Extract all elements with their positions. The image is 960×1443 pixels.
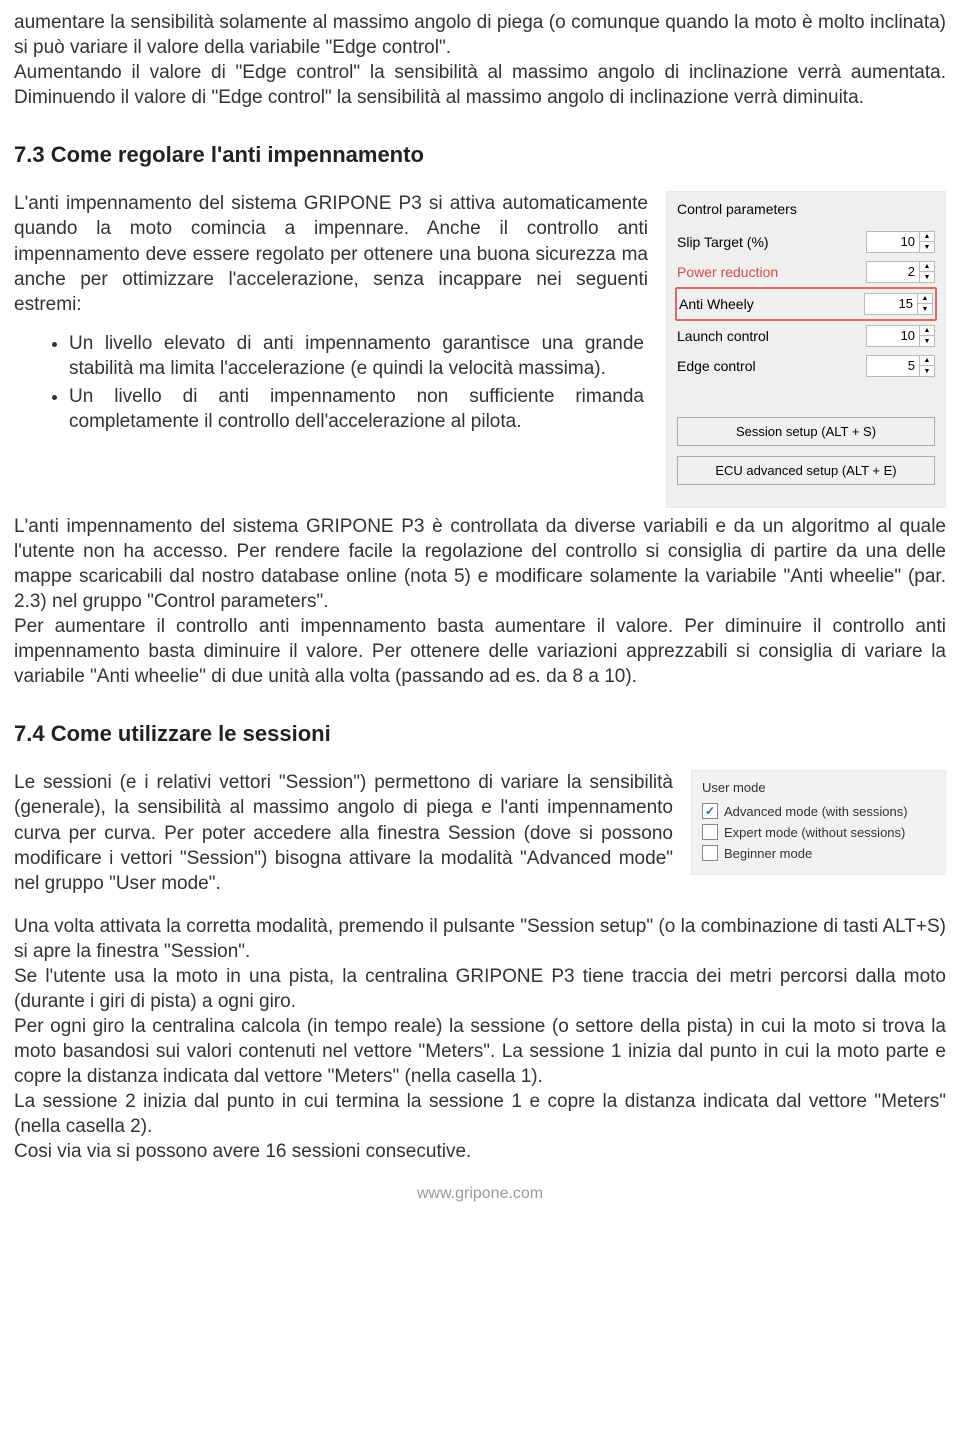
power-reduction-label: Power reduction	[677, 263, 778, 281]
section-7-3-heading: 7.3 Come regolare l'anti impennamento	[14, 140, 946, 169]
footer-url: www.gripone.com	[14, 1183, 946, 1204]
sec74-paragraph-1: Le sessioni (e i relativi vettori "Sessi…	[14, 770, 673, 895]
up-arrow-icon[interactable]: ▲	[918, 294, 932, 305]
manual-page: aumentare la sensibilità solamente al ma…	[0, 0, 960, 1224]
expert-mode-option[interactable]: Expert mode (without sessions)	[702, 822, 935, 843]
edge-control-row: Edge control ▲▼	[677, 351, 935, 381]
sec73-paragraph-1: L'anti impennamento del sistema GRIPONE …	[14, 191, 648, 316]
beginner-mode-label: Beginner mode	[724, 845, 812, 862]
slip-target-label: Slip Target (%)	[677, 233, 769, 251]
slip-target-stepper[interactable]: ▲▼	[866, 231, 935, 253]
anti-wheely-row: Anti Wheely ▲▼	[675, 287, 937, 321]
anti-wheely-label: Anti Wheely	[679, 295, 754, 313]
advanced-mode-option[interactable]: Advanced mode (with sessions)	[702, 801, 935, 822]
sec73-paragraph-3: Per aumentare il controllo anti impennam…	[14, 614, 946, 689]
power-reduction-stepper[interactable]: ▲▼	[866, 261, 935, 283]
down-arrow-icon[interactable]: ▼	[920, 242, 934, 252]
checkbox-icon[interactable]	[702, 824, 718, 840]
up-arrow-icon[interactable]: ▲	[920, 262, 934, 273]
launch-control-stepper[interactable]: ▲▼	[866, 325, 935, 347]
slip-target-input[interactable]	[867, 232, 919, 252]
ecu-advanced-setup-button[interactable]: ECU advanced setup (ALT + E)	[677, 456, 935, 485]
session-setup-button[interactable]: Session setup (ALT + S)	[677, 417, 935, 446]
intro-paragraph-1: aumentare la sensibilità solamente al ma…	[14, 10, 946, 60]
launch-control-label: Launch control	[677, 327, 769, 345]
checkbox-icon[interactable]	[702, 845, 718, 861]
advanced-mode-label: Advanced mode (with sessions)	[724, 803, 908, 820]
sec73-bullet-1: Un livello elevato di anti impennamento …	[69, 331, 648, 381]
sec73-bullet-2: Un livello di anti impennamento non suff…	[69, 384, 648, 434]
expert-mode-label: Expert mode (without sessions)	[724, 824, 905, 841]
down-arrow-icon[interactable]: ▼	[920, 366, 934, 376]
beginner-mode-option[interactable]: Beginner mode	[702, 843, 935, 864]
sec74-paragraph-2: Una volta attivata la corretta modalità,…	[14, 914, 946, 964]
power-reduction-row: Power reduction ▲▼	[677, 257, 935, 287]
down-arrow-icon[interactable]: ▼	[920, 336, 934, 346]
up-arrow-icon[interactable]: ▲	[920, 356, 934, 367]
up-arrow-icon[interactable]: ▲	[920, 232, 934, 243]
user-mode-panel: User mode Advanced mode (with sessions) …	[691, 770, 946, 875]
panel-title: Control parameters	[677, 200, 935, 218]
section-7-4-heading: 7.4 Come utilizzare le sessioni	[14, 719, 946, 748]
down-arrow-icon[interactable]: ▼	[918, 304, 932, 314]
anti-wheely-stepper[interactable]: ▲▼	[864, 293, 933, 315]
launch-control-row: Launch control ▲▼	[677, 321, 935, 351]
up-arrow-icon[interactable]: ▲	[920, 326, 934, 337]
edge-control-stepper[interactable]: ▲▼	[866, 355, 935, 377]
edge-control-input[interactable]	[867, 356, 919, 376]
sec74-paragraph-4: Per ogni giro la centralina calcola (in …	[14, 1014, 946, 1089]
control-parameters-panel: Control parameters Slip Target (%) ▲▼ Po…	[666, 191, 946, 507]
user-mode-title: User mode	[702, 779, 935, 796]
edge-control-label: Edge control	[677, 357, 756, 375]
sec74-paragraph-3: Se l'utente usa la moto in una pista, la…	[14, 964, 946, 1014]
intro-paragraph-2: Aumentando il valore di "Edge control" l…	[14, 60, 946, 110]
anti-wheely-input[interactable]	[865, 294, 917, 314]
sec73-paragraph-2: L'anti impennamento del sistema GRIPONE …	[14, 514, 946, 614]
power-reduction-input[interactable]	[867, 262, 919, 282]
slip-target-row: Slip Target (%) ▲▼	[677, 227, 935, 257]
checkbox-checked-icon[interactable]	[702, 803, 718, 819]
sec74-paragraph-5: La sessione 2 inizia dal punto in cui te…	[14, 1089, 946, 1139]
sec74-paragraph-6: Cosi via via si possono avere 16 session…	[14, 1139, 946, 1164]
down-arrow-icon[interactable]: ▼	[920, 272, 934, 282]
launch-control-input[interactable]	[867, 326, 919, 346]
